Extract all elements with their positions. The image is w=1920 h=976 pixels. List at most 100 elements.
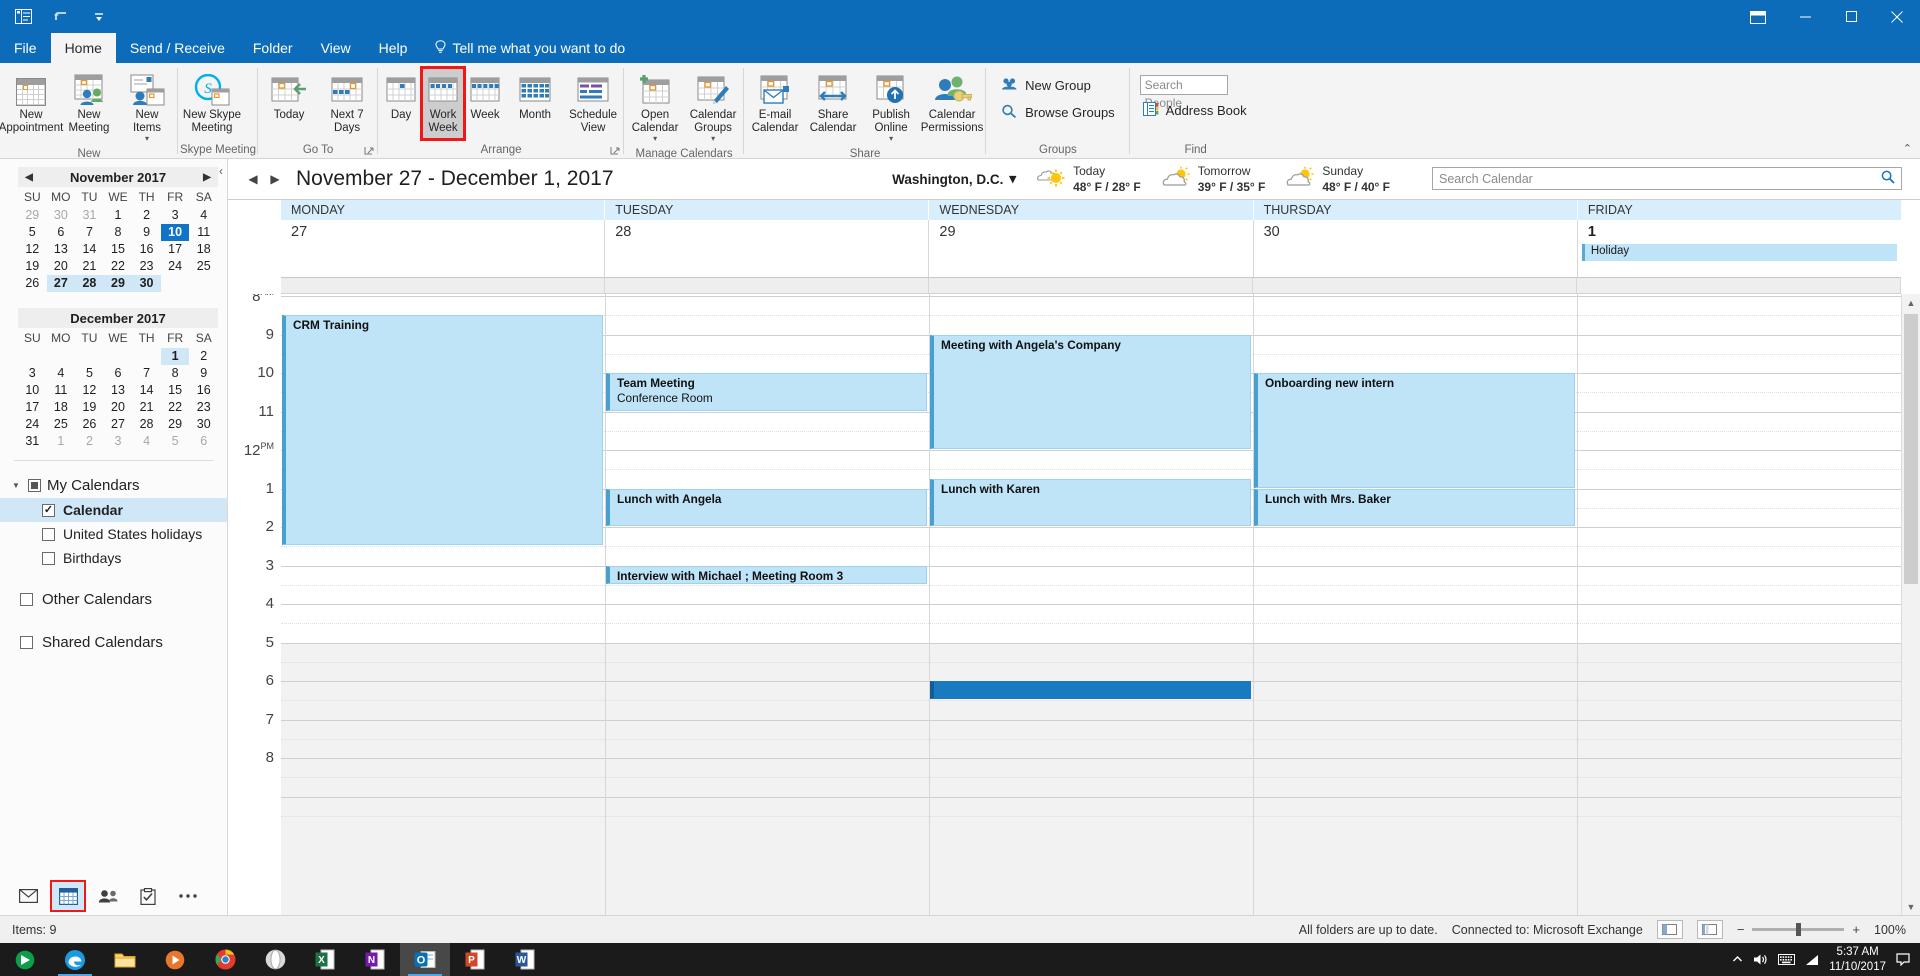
mini-cal-day[interactable]: 4	[132, 433, 161, 450]
mini-cal-day[interactable]: 23	[132, 258, 161, 275]
tab-folder[interactable]: Folder	[239, 33, 307, 63]
mini-cal-day[interactable]: 29	[104, 275, 133, 292]
word-icon[interactable]: W	[500, 943, 550, 976]
mini-cal-day[interactable]: 11	[47, 382, 76, 399]
tab-help[interactable]: Help	[365, 33, 422, 63]
outlook-icon[interactable]: O	[400, 943, 450, 976]
mini-cal-day[interactable]: 20	[104, 399, 133, 416]
opera-icon[interactable]	[250, 943, 300, 976]
mini-cal-day[interactable]: 12	[18, 241, 47, 258]
show-hidden-icons[interactable]	[1732, 954, 1743, 965]
mini-cal-day[interactable]: 26	[75, 416, 104, 433]
day-header-wednesday[interactable]: WEDNESDAY	[929, 200, 1253, 220]
weather-location[interactable]: Washington, D.C. ▾	[892, 171, 1016, 187]
mini-cal-day[interactable]: 22	[104, 258, 133, 275]
normal-view-button[interactable]	[1657, 920, 1683, 939]
mini-cal-day[interactable]: 1	[104, 207, 133, 224]
calendar-event[interactable]: Lunch with Mrs. Baker	[1254, 489, 1575, 527]
all-day-event[interactable]: Holiday	[1582, 244, 1897, 261]
mini-cal-day[interactable]: 9	[189, 365, 218, 382]
keyboard-icon[interactable]	[1778, 954, 1795, 965]
open-calendar-button[interactable]: Open Calendar ▾	[626, 68, 684, 148]
calendar-event[interactable]: Lunch with Angela	[606, 489, 927, 527]
mini-cal-day[interactable]: 27	[104, 416, 133, 433]
collapse-nav-pane-icon[interactable]: ‹	[219, 164, 223, 178]
file-explorer-icon[interactable]	[100, 943, 150, 976]
edge-icon[interactable]	[50, 943, 100, 976]
mini-cal-day[interactable]: 31	[75, 207, 104, 224]
mini-cal-day[interactable]: 6	[47, 224, 76, 241]
share-calendar-button[interactable]: Share Calendar	[804, 68, 862, 139]
prev-month-icon[interactable]: ◀	[20, 172, 38, 183]
mini-cal-day[interactable]: 16	[189, 382, 218, 399]
mini-cal-day[interactable]: 6	[104, 365, 133, 382]
new-group-button[interactable]: New Group	[998, 74, 1122, 97]
powerpoint-icon[interactable]: P	[450, 943, 500, 976]
mini-cal-day[interactable]: 26	[18, 275, 47, 292]
search-calendar-input[interactable]: Search Calendar	[1432, 167, 1902, 190]
all-day-cell[interactable]: 27	[281, 220, 605, 277]
zoom-in-button[interactable]: +	[1852, 922, 1860, 937]
day-view-button[interactable]: Day	[380, 68, 422, 126]
mini-cal-day[interactable]: 17	[18, 399, 47, 416]
time-slots[interactable]: CRM TrainingTeam MeetingConference RoomL…	[281, 294, 1901, 915]
mini-cal-day[interactable]: 25	[47, 416, 76, 433]
mini-cal-day[interactable]: 3	[18, 365, 47, 382]
mini-cal-day[interactable]: 14	[132, 382, 161, 399]
week-view-button[interactable]: Week	[464, 68, 506, 126]
mini-cal-day[interactable]: 29	[161, 416, 190, 433]
us-holidays-checkbox[interactable]	[42, 528, 55, 541]
mini-cal-day[interactable]: 31	[18, 433, 47, 450]
arrange-dialog-launcher[interactable]	[609, 144, 621, 156]
mini-cal-day[interactable]: 1	[47, 433, 76, 450]
day-header-thursday[interactable]: THURSDAY	[1254, 200, 1578, 220]
start-button-icon[interactable]	[0, 943, 50, 976]
mini-cal-day[interactable]: 19	[75, 399, 104, 416]
mini-cal-day[interactable]: 19	[18, 258, 47, 275]
mini-cal-day[interactable]: 15	[161, 382, 190, 399]
new-skype-meeting-button[interactable]: S New Skype Meeting	[180, 68, 244, 139]
calendar-event[interactable]: Lunch with Karen	[930, 479, 1251, 526]
shared-calendars-group[interactable]: Shared Calendars	[0, 629, 227, 656]
mini-cal-day[interactable]: 2	[132, 207, 161, 224]
tasks-nav-icon[interactable]	[132, 882, 164, 910]
mini-cal-day[interactable]: 3	[161, 207, 190, 224]
all-day-cell[interactable]: 1Holiday	[1578, 220, 1901, 277]
birthdays-checkbox[interactable]	[42, 552, 55, 565]
mini-cal-day[interactable]: 24	[161, 258, 190, 275]
scroll-down-icon[interactable]: ▼	[1902, 898, 1920, 915]
chevron-down-icon[interactable]: ▾	[145, 135, 149, 144]
mini-cal-day[interactable]: 14	[75, 241, 104, 258]
mini-cal-day[interactable]: 10	[161, 224, 190, 241]
zoom-track[interactable]	[1752, 928, 1844, 931]
people-nav-icon[interactable]	[92, 882, 124, 910]
search-icon[interactable]	[1881, 170, 1895, 187]
new-items-button[interactable]: New Items ▾	[118, 68, 176, 148]
mini-cal-day[interactable]: 28	[75, 275, 104, 292]
chevron-down-icon[interactable]: ▾	[711, 135, 715, 144]
mini-cal-day[interactable]: 30	[189, 416, 218, 433]
mini-cal-day[interactable]: 23	[189, 399, 218, 416]
mini-cal-day[interactable]: 5	[18, 224, 47, 241]
mini-cal-day[interactable]: 21	[75, 258, 104, 275]
tab-file[interactable]: File	[0, 33, 51, 63]
month-view-button[interactable]: Month	[506, 68, 564, 126]
mini-cal-day[interactable]: 3	[104, 433, 133, 450]
taskbar-clock[interactable]: 5:37 AM 11/10/2017	[1829, 945, 1886, 974]
media-player-icon[interactable]	[150, 943, 200, 976]
mini-cal-day[interactable]: 7	[132, 365, 161, 382]
tab-send-receive[interactable]: Send / Receive	[116, 33, 239, 63]
search-people-input[interactable]: Search People	[1140, 75, 1228, 95]
tab-view[interactable]: View	[307, 33, 365, 63]
next-month-icon[interactable]: ▶	[198, 172, 216, 183]
other-calendars-checkbox[interactable]	[20, 593, 33, 606]
action-center-icon[interactable]	[1896, 953, 1910, 966]
mini-cal-day[interactable]: 25	[189, 258, 218, 275]
day-header-monday[interactable]: MONDAY	[281, 200, 605, 220]
mini-cal-day[interactable]: 21	[132, 399, 161, 416]
mini-cal-day[interactable]: 11	[189, 224, 218, 241]
mail-nav-icon[interactable]	[12, 882, 44, 910]
close-button[interactable]	[1874, 0, 1920, 33]
mini-cal-day[interactable]: 8	[104, 224, 133, 241]
schedule-view-button[interactable]: Schedule View	[564, 68, 622, 139]
